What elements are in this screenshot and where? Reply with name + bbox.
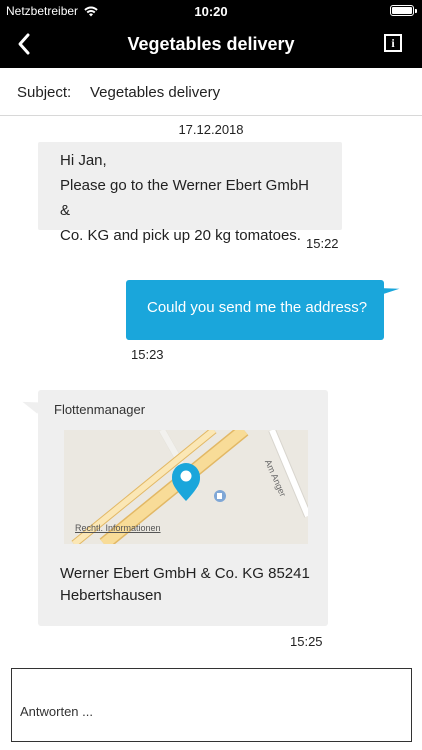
battery-icon (390, 5, 417, 16)
top-bar: Netzbetreiber 10:20 Vegetables delivery … (0, 0, 422, 68)
subject-label: Subject: (17, 84, 72, 101)
incoming-message-bubble: Hi Jan, Please go to the Werner Ebert Gm… (38, 142, 342, 244)
address-line: Hebertshausen (60, 587, 162, 604)
legal-info-link[interactable]: Rechtl. Informationen (75, 523, 161, 533)
chevron-left-icon (18, 33, 30, 55)
address-line: Werner Ebert GmbH & Co. KG 85241 (60, 565, 310, 582)
chat-thread[interactable]: 17.12.2018 Hi Jan, Please go to the Wern… (0, 117, 422, 665)
navigation-bar: Vegetables delivery i (0, 22, 422, 68)
subject-row: Subject: Vegetables delivery (0, 68, 422, 116)
subject-value: Vegetables delivery (90, 84, 221, 101)
address-text: Werner Ebert GmbH & Co. KG 85241 Heberts… (60, 563, 310, 607)
sender-name: Flottenmanager (54, 402, 146, 417)
message-text: Could you send me the address? (147, 299, 368, 316)
info-button[interactable]: i (384, 34, 402, 52)
location-message-bubble: Flottenmanager Am Anger Rechtl. Informat… (38, 390, 328, 626)
message-timestamp: 15:23 (131, 347, 164, 362)
message-timestamp: 15:22 (306, 236, 339, 251)
info-icon: i (391, 35, 395, 50)
reply-input[interactable] (20, 704, 390, 719)
map-preview[interactable]: Am Anger Rechtl. Informationen (64, 430, 308, 544)
outgoing-message-bubble: Could you send me the address? (126, 280, 384, 340)
message-line: Hi Jan, (60, 152, 107, 169)
status-bar: Netzbetreiber 10:20 (0, 0, 422, 22)
status-time: 10:20 (194, 4, 228, 19)
reply-box[interactable] (11, 668, 412, 742)
message-line: Co. KG and pick up 20 kg tomatoes. (60, 227, 301, 244)
date-separator: 17.12.2018 (178, 122, 244, 137)
back-button[interactable] (14, 30, 38, 58)
message-timestamp: 15:25 (290, 634, 323, 649)
message-line: Please go to the Werner Ebert GmbH & (60, 177, 310, 219)
page-title: Vegetables delivery (127, 34, 295, 54)
